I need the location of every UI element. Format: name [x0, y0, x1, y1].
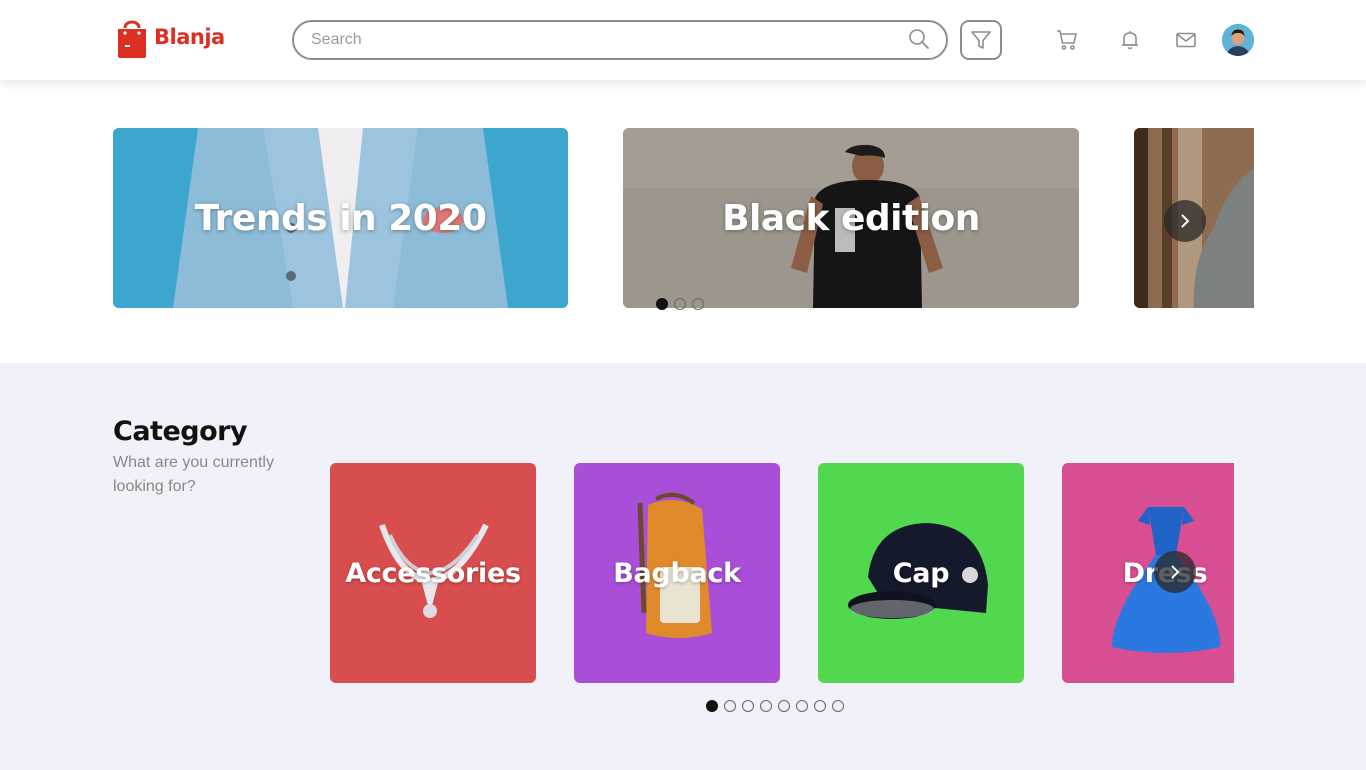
brand-logo[interactable]: Blanja — [116, 16, 225, 58]
chevron-right-icon — [1181, 214, 1190, 228]
category-pagination — [706, 700, 844, 712]
banner-title: Trends in 2020 — [194, 197, 487, 239]
pagination-dot[interactable] — [742, 700, 754, 712]
avatar-image — [1222, 24, 1254, 56]
pagination-dot[interactable] — [796, 700, 808, 712]
banner-black-edition[interactable]: Black edition — [623, 128, 1079, 308]
pagination-dot[interactable] — [832, 700, 844, 712]
category-label: Accessories — [345, 557, 521, 589]
hero-pagination — [656, 298, 704, 310]
filter-button[interactable] — [960, 20, 1002, 60]
category-label: Bagback — [613, 557, 741, 589]
banner-title: Black edition — [722, 197, 980, 239]
category-subtitle: What are you currently looking for? — [113, 454, 274, 495]
brand-name: Blanja — [154, 25, 225, 49]
notification-button[interactable] — [1118, 28, 1142, 52]
search-icon[interactable] — [908, 28, 930, 50]
pagination-dot[interactable] — [778, 700, 790, 712]
pagination-dot[interactable] — [656, 298, 668, 310]
category-label: Cap — [892, 557, 950, 589]
category-card-accessories[interactable]: Accessories — [330, 463, 536, 683]
messages-button[interactable] — [1174, 28, 1198, 52]
user-avatar[interactable] — [1222, 24, 1254, 56]
mail-icon — [1176, 32, 1196, 48]
bell-icon — [1122, 31, 1138, 50]
cart-button[interactable] — [1055, 28, 1079, 52]
filter-icon — [971, 31, 991, 49]
category-card-bagback[interactable]: Bagback — [574, 463, 780, 683]
category-card-clip: Dress — [1062, 463, 1234, 683]
pagination-dot[interactable] — [674, 298, 686, 310]
shopping-bag-icon — [118, 20, 146, 58]
category-card-cap[interactable]: Cap — [818, 463, 1024, 683]
pagination-dot[interactable] — [692, 298, 704, 310]
category-card-dress[interactable]: Dress — [1062, 463, 1234, 683]
category-heading: Category — [113, 416, 248, 447]
category-section: Category What are you currently looking … — [0, 363, 1366, 770]
chevron-right-icon — [1171, 565, 1180, 579]
category-next-button[interactable] — [1154, 551, 1196, 593]
search-input[interactable] — [311, 22, 891, 58]
pagination-dot[interactable] — [724, 700, 736, 712]
pagination-dot[interactable] — [706, 700, 718, 712]
pagination-dot[interactable] — [814, 700, 826, 712]
pagination-dot[interactable] — [760, 700, 772, 712]
cart-icon — [1057, 30, 1077, 50]
search-bar — [292, 20, 948, 60]
banner-trends[interactable]: Trends in 2020 — [113, 128, 568, 308]
top-navbar: Blanja — [0, 0, 1366, 80]
hero-next-button[interactable] — [1164, 200, 1206, 242]
